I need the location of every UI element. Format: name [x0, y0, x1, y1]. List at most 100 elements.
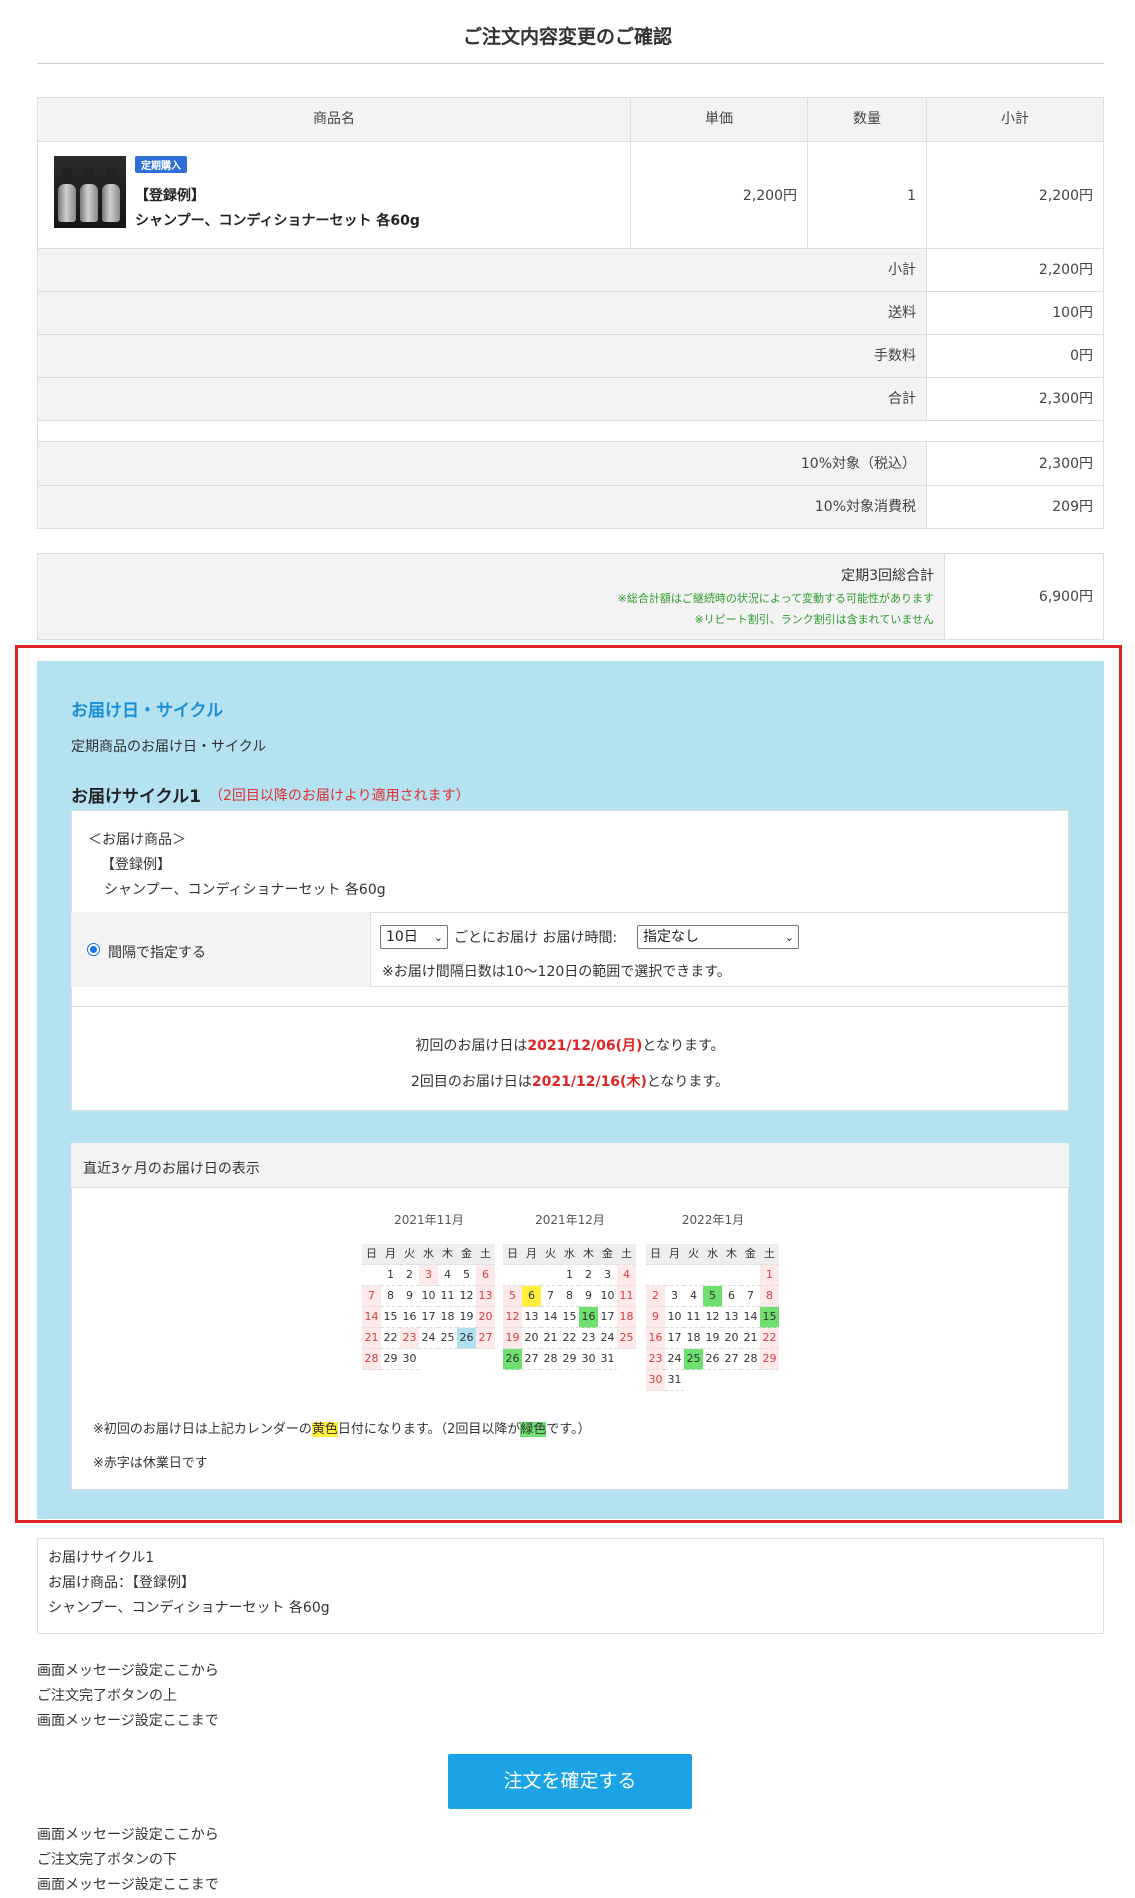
calendar-empty-cell: [362, 1265, 381, 1286]
calendar-note2: ※赤字は休業日です: [93, 1456, 208, 1471]
calendar-day: 10: [598, 1286, 617, 1307]
calendar-day: 15: [560, 1307, 579, 1328]
calendar-day: 3: [665, 1286, 684, 1307]
calendar-day: 20: [722, 1328, 741, 1349]
calendar-day: 2: [400, 1265, 419, 1286]
calendar-weekday: 火: [400, 1244, 419, 1265]
calendar-day: 11: [684, 1307, 703, 1328]
calendar-day: 30: [579, 1349, 598, 1370]
interval-note: ※お届け間隔日数は10〜120日の範囲で選択できます。: [382, 964, 731, 980]
delivery-item-line2: シャンプー、コンディショナーセット 各60g: [104, 882, 386, 898]
second-delivery-prefix: 2回目のお届け日は: [410, 1074, 532, 1090]
first-delivery-date: 2021/12/06(月): [527, 1038, 643, 1054]
calendar-day: 24: [665, 1349, 684, 1370]
calendar-day: 24: [419, 1328, 438, 1349]
interval-label[interactable]: 間隔で指定する: [108, 942, 206, 962]
item-unit-price: 2,200円: [630, 141, 808, 249]
fee-value: 0円: [926, 334, 1104, 378]
time-select[interactable]: 指定なし ⌄: [637, 925, 799, 949]
calendar-day: 22: [381, 1328, 400, 1349]
total3-value: 6,900円: [944, 553, 1104, 640]
calendar-day: 9: [579, 1286, 598, 1307]
confirm-order-button[interactable]: 注文を確定する: [448, 1754, 692, 1809]
calendar-weekday: 土: [760, 1244, 779, 1265]
calendar-day: 11: [438, 1286, 457, 1307]
calendar-day: 13: [476, 1286, 495, 1307]
calendar-day: 7: [741, 1286, 760, 1307]
message-bottom-1: 画面メッセージ設定ここから: [37, 1827, 219, 1843]
calendar-day: 28: [741, 1349, 760, 1370]
interval-select[interactable]: 10日 ⌄: [380, 925, 448, 949]
message-top-3: 画面メッセージ設定ここまで: [37, 1713, 219, 1729]
interval-text: ごとにお届け お届け時間:: [454, 930, 618, 946]
cycle-summary-box: [37, 1538, 1104, 1634]
calendar-day: 20: [522, 1328, 541, 1349]
calendar-day: 17: [419, 1307, 438, 1328]
calendar-weekday: 木: [438, 1244, 457, 1265]
calendar-grid: 日月火水木金土 1 2 3 4 5 6 7 8 9 10 11 12 13 14 15 16 17 18 19 20 21…: [503, 1244, 636, 1370]
calendar-weekday: 日: [646, 1244, 665, 1265]
calendar-weekday: 月: [381, 1244, 400, 1265]
time-select-value: 指定なし: [643, 929, 699, 945]
calendar-day: 10: [419, 1286, 438, 1307]
calendar-day: 21: [741, 1328, 760, 1349]
calendar-day: 1: [560, 1265, 579, 1286]
calendar-day: 5: [457, 1265, 476, 1286]
calendar-day: 13: [722, 1307, 741, 1328]
calendar-day: 14: [741, 1307, 760, 1328]
calendar-note-a: ※初回のお届け日は上記カレンダーの: [93, 1422, 312, 1437]
calendar-weekday: 火: [541, 1244, 560, 1265]
interval-radio[interactable]: [87, 943, 100, 956]
calendar-weekday: 月: [665, 1244, 684, 1265]
fee-label: 手数料: [37, 334, 927, 378]
calendar-empty-cell: [522, 1265, 541, 1286]
first-delivery-prefix: 初回のお届け日は: [415, 1038, 528, 1054]
message-bottom-2: ご注文完了ボタンの下: [37, 1852, 177, 1868]
calendar-day: 5: [503, 1286, 522, 1307]
tax-included-value: 2,300円: [926, 441, 1104, 486]
calendar-day: 27: [522, 1349, 541, 1370]
calendar-day: 19: [503, 1328, 522, 1349]
tax-included-label: 10%対象（税込）: [37, 441, 927, 486]
delivery-subtitle: 定期商品のお届け日・サイクル: [71, 739, 267, 755]
calendar-day: 28: [362, 1349, 381, 1370]
second-delivery-date: 2021/12/16(木): [531, 1074, 647, 1090]
calendar-empty-cell: [665, 1265, 684, 1286]
calendar-weekday: 土: [617, 1244, 636, 1265]
calendar-note-c: です。）: [546, 1422, 591, 1437]
calendar-weekday: 水: [560, 1244, 579, 1265]
calendar-day: 14: [541, 1307, 560, 1328]
calendar-day: 7: [362, 1286, 381, 1307]
shipping-value: 100円: [926, 291, 1104, 335]
calendar-empty-cell: [703, 1265, 722, 1286]
calendar-weekday: 木: [722, 1244, 741, 1265]
item-quantity: 1: [807, 141, 927, 249]
calendar-day: 17: [665, 1328, 684, 1349]
calendar-day: 17: [598, 1307, 617, 1328]
calendar-day: 26: [457, 1328, 476, 1349]
calendar-day: 21: [362, 1328, 381, 1349]
calendar-day: 10: [665, 1307, 684, 1328]
header-unit-price: 単価: [630, 97, 808, 142]
calendar-day: 9: [400, 1286, 419, 1307]
interval-gap-row: [71, 987, 1069, 1007]
calendar-day: 8: [381, 1286, 400, 1307]
second-delivery-suffix: となります。: [646, 1074, 730, 1090]
shipping-label: 送料: [37, 291, 927, 335]
calendar-heading: 直近3ヶ月のお届け日の表示: [83, 1161, 260, 1177]
calendar-weekday: 金: [457, 1244, 476, 1265]
header-subtotal: 小計: [926, 97, 1104, 142]
calendar-note-green: 緑色: [520, 1422, 547, 1437]
calendar-day: 12: [703, 1307, 722, 1328]
calendar-day: 3: [598, 1265, 617, 1286]
second-delivery-line: 2回目のお届け日は2021/12/16(木)となります。: [71, 1071, 1069, 1091]
message-bottom-3: 画面メッセージ設定ここまで: [37, 1877, 219, 1893]
calendar-day: 12: [503, 1307, 522, 1328]
calendar-weekday: 月: [522, 1244, 541, 1265]
calendar-day: 26: [503, 1349, 522, 1370]
calendar-note-b: 日付になります。（2回目以降が: [337, 1422, 521, 1437]
calendar-day: 12: [457, 1286, 476, 1307]
calendar-day: 5: [703, 1286, 722, 1307]
calendar-day: 29: [560, 1349, 579, 1370]
summary-line2: お届け商品：【登録例】: [48, 1575, 195, 1591]
